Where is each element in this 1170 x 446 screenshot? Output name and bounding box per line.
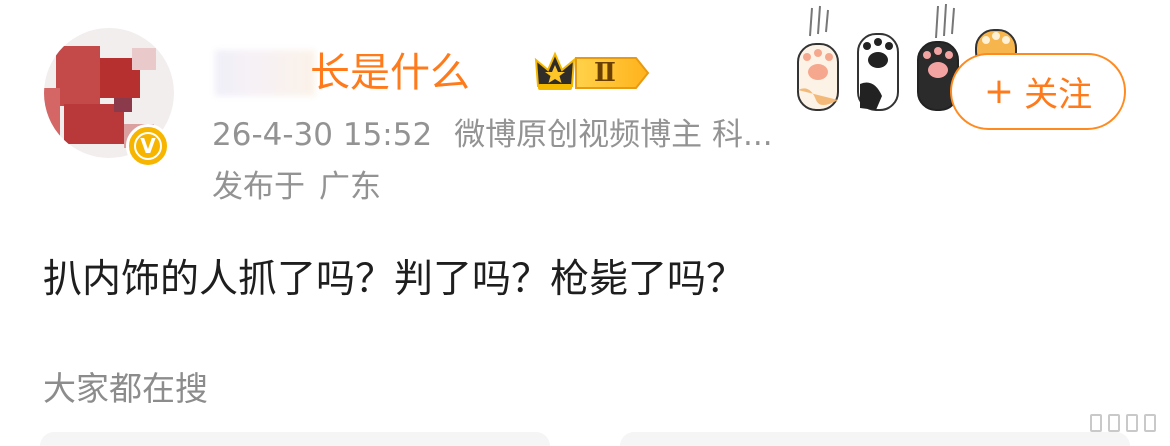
trending-search-heading: 大家都在搜 (43, 369, 208, 408)
crown-level-badge[interactable]: Ⅱ (532, 50, 652, 96)
crown-icon (534, 51, 650, 90)
follow-label: 关注 (1024, 75, 1093, 115)
location-name: 广东 (319, 169, 381, 205)
post-text: 扒内饰的人抓了吗？判了吗？枪毙了吗？ (43, 257, 746, 302)
username[interactable]: 长是什么 (310, 45, 470, 101)
avatar-mosaic (56, 46, 100, 106)
follow-button[interactable]: + 关注 (950, 53, 1126, 130)
username-blurred-part (215, 50, 315, 96)
post-timestamp: 26-4-30 15:52 (212, 117, 433, 153)
creator-tag[interactable]: 微博原创视频博主 科... (454, 117, 772, 153)
level-label: Ⅱ (594, 58, 616, 88)
location-prefix: 发布于 (212, 169, 305, 205)
verified-badge-icon: V (126, 124, 170, 168)
plus-icon: + (983, 70, 1015, 112)
post-meta: 26-4-30 15:52 微博原创视频博主 科... (212, 113, 773, 157)
post-location: 发布于 广东 (212, 165, 381, 209)
watermark-icon (1090, 414, 1156, 432)
